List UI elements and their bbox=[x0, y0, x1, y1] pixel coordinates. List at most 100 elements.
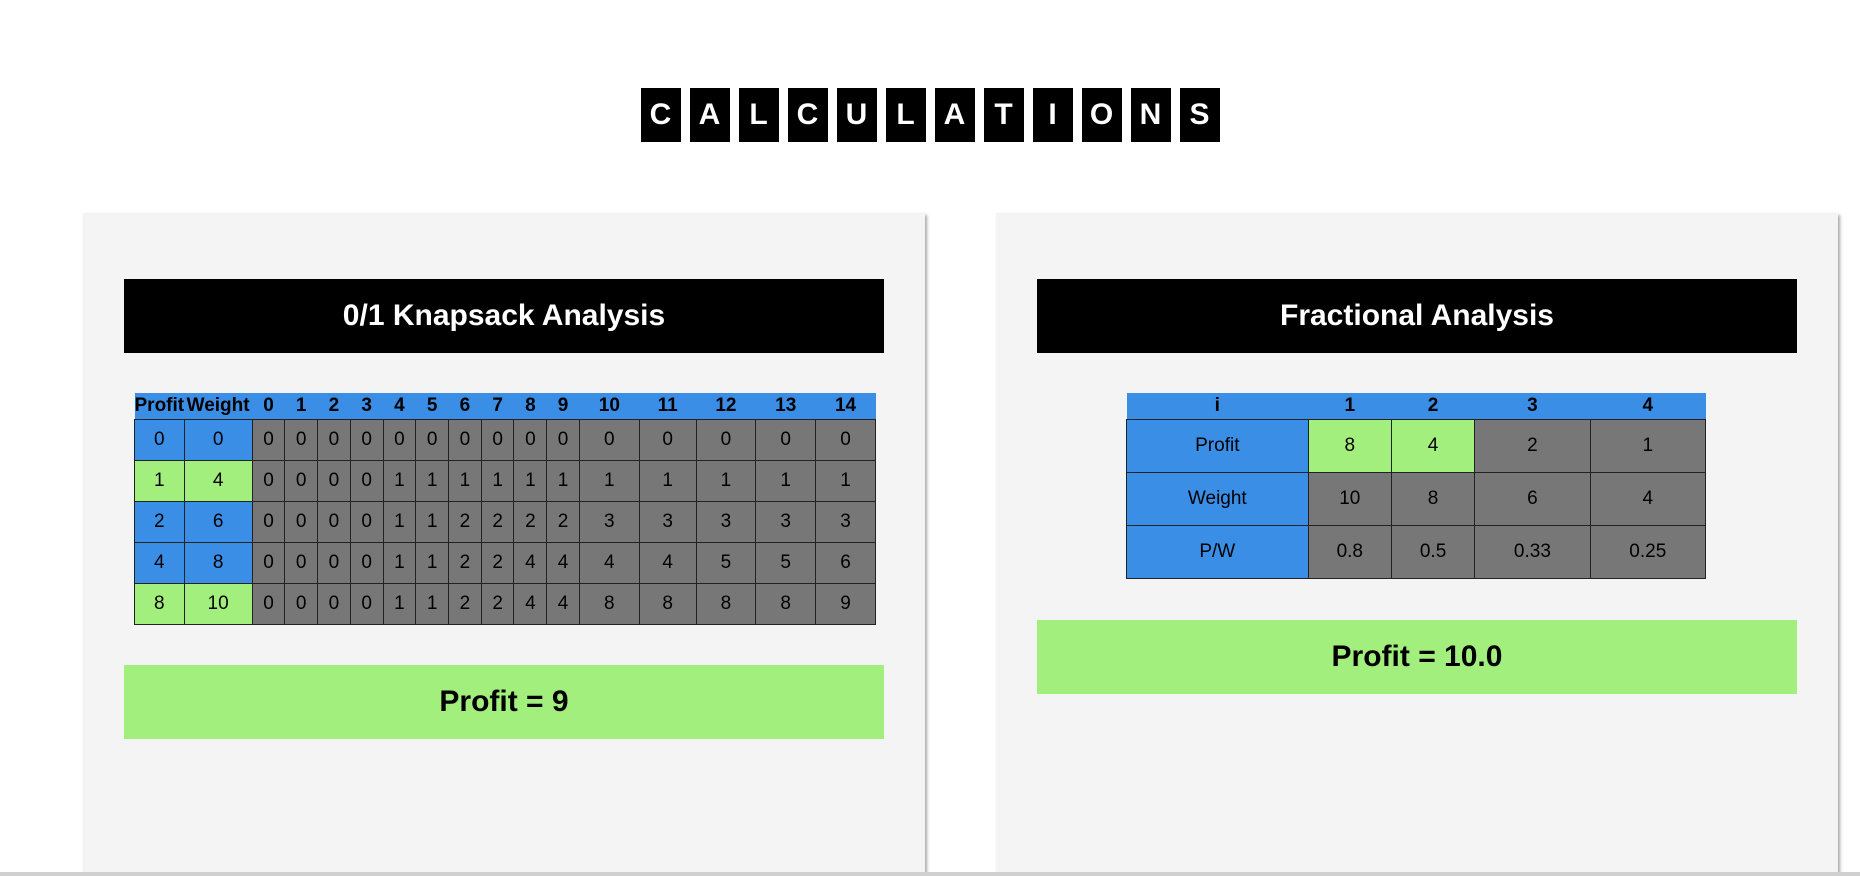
knapsack-column-header: 13 bbox=[755, 393, 816, 420]
dp-cell: 1 bbox=[513, 460, 548, 502]
value-cell: 10 bbox=[1307, 472, 1392, 526]
knapsack-table-header-row: Profit Weight 0 1 2 3 4 5 6 7 8 9 10 11 12 13 14 bbox=[134, 393, 876, 420]
knapsack-column-header: 4 bbox=[383, 393, 416, 420]
dp-cell: 0 bbox=[513, 419, 548, 461]
dp-cell: 2 bbox=[480, 542, 515, 584]
dp-cell: 0 bbox=[349, 501, 384, 543]
title-letter: N bbox=[1130, 88, 1171, 142]
fractional-panel: Fractional Analysis i1234 Profit 8 4 2 1 Weig… bbox=[996, 213, 1838, 876]
dp-cell: 1 bbox=[755, 460, 817, 502]
dp-cell: 2 bbox=[448, 501, 482, 543]
value-cell: 0.25 bbox=[1589, 525, 1707, 579]
knapsack-column-header: 14 bbox=[815, 393, 876, 420]
dp-cell: 6 bbox=[815, 542, 876, 584]
knapsack-column-header: Weight bbox=[184, 393, 253, 420]
table-row: 14000011111111111 bbox=[134, 460, 876, 502]
table-row: 48000011224444556 bbox=[134, 542, 876, 584]
value-cell: 0.33 bbox=[1474, 525, 1591, 579]
knapsack-column-header: 6 bbox=[448, 393, 482, 420]
table-row: Profit 8 4 2 1 bbox=[1126, 419, 1707, 473]
dp-cell: 4 bbox=[578, 542, 640, 584]
title-letter: S bbox=[1179, 88, 1220, 142]
title-letter: L bbox=[885, 88, 926, 142]
title-letter: U bbox=[836, 88, 877, 142]
dp-cell: 8 bbox=[755, 583, 817, 625]
dp-cell: 3 bbox=[638, 501, 697, 543]
dp-cell: 2 bbox=[448, 542, 482, 584]
knapsack-column-header: 11 bbox=[639, 393, 697, 420]
knapsack-dp-table: Profit Weight 0 1 2 3 4 5 6 7 8 9 10 11 12 13 14 0000000… bbox=[134, 393, 876, 625]
value-cell: 4 bbox=[1589, 472, 1707, 526]
dp-cell: 3 bbox=[755, 501, 817, 543]
dp-cell: 3 bbox=[578, 501, 640, 543]
fractional-column-header: 4 bbox=[1590, 393, 1706, 420]
dp-cell: 4 bbox=[546, 542, 580, 584]
dp-cell: 3 bbox=[815, 501, 876, 543]
fractional-panel-header: Fractional Analysis bbox=[1037, 279, 1797, 353]
knapsack-column-header: 5 bbox=[415, 393, 449, 420]
fractional-column-header: 2 bbox=[1391, 393, 1475, 420]
dp-cell: 1 bbox=[815, 460, 876, 502]
dp-cell: 0 bbox=[284, 501, 319, 543]
weight-cell: 0 bbox=[183, 419, 253, 461]
value-cell: 2 bbox=[1474, 419, 1591, 473]
dp-cell: 1 bbox=[415, 583, 450, 625]
fractional-column-header: 3 bbox=[1474, 393, 1591, 420]
weight-cell: 8 bbox=[183, 542, 253, 584]
dp-cell: 0 bbox=[755, 419, 817, 461]
dp-cell: 0 bbox=[251, 501, 286, 543]
dp-cell: 0 bbox=[317, 542, 351, 584]
knapsack-panel: 0/1 Knapsack Analysis Profit Weight 0 1 2 3 4 5… bbox=[83, 213, 925, 876]
knapsack-column-header: Profit bbox=[134, 393, 185, 420]
dp-cell: 2 bbox=[546, 501, 580, 543]
dp-cell: 0 bbox=[695, 419, 757, 461]
dp-cell: 0 bbox=[284, 460, 319, 502]
dp-cell: 2 bbox=[480, 501, 515, 543]
value-cell: 8 bbox=[1390, 472, 1476, 526]
dp-cell: 1 bbox=[415, 542, 450, 584]
row-label-cell: Profit bbox=[1126, 419, 1309, 473]
fractional-profit-result: Profit = 10.0 bbox=[1037, 620, 1797, 694]
dp-cell: 5 bbox=[755, 542, 817, 584]
fractional-table: i1234 Profit 8 4 2 1 Weight 10 8 6 4 P/W 0.8 0.5 0.33… bbox=[1126, 393, 1707, 579]
dp-cell: 0 bbox=[349, 542, 384, 584]
dp-cell: 1 bbox=[695, 460, 757, 502]
dp-cell: 2 bbox=[513, 501, 548, 543]
row-label-cell: P/W bbox=[1126, 525, 1309, 579]
knapsack-panel-header: 0/1 Knapsack Analysis bbox=[124, 279, 884, 353]
profit-cell: 2 bbox=[134, 501, 185, 543]
dp-cell: 0 bbox=[317, 460, 351, 502]
dp-cell: 0 bbox=[317, 501, 351, 543]
knapsack-column-header: 0 bbox=[252, 393, 285, 420]
dp-cell: 0 bbox=[251, 542, 286, 584]
dp-cell: 0 bbox=[638, 419, 697, 461]
dp-cell: 0 bbox=[284, 542, 319, 584]
dp-cell: 4 bbox=[513, 583, 548, 625]
value-cell: 4 bbox=[1390, 419, 1476, 473]
profit-cell: 8 bbox=[134, 583, 185, 625]
table-row: 26000011222233333 bbox=[134, 501, 876, 543]
dp-cell: 0 bbox=[382, 419, 417, 461]
dp-cell: 1 bbox=[382, 583, 417, 625]
dp-cell: 0 bbox=[349, 583, 384, 625]
title-letter: T bbox=[983, 88, 1024, 142]
title-letter: A bbox=[689, 88, 730, 142]
weight-cell: 6 bbox=[183, 501, 253, 543]
dp-cell: 4 bbox=[638, 542, 697, 584]
knapsack-column-header: 8 bbox=[513, 393, 547, 420]
title-letter: A bbox=[934, 88, 975, 142]
weight-cell: 4 bbox=[183, 460, 253, 502]
dp-cell: 1 bbox=[480, 460, 515, 502]
dp-cell: 1 bbox=[578, 460, 640, 502]
dp-cell: 8 bbox=[578, 583, 640, 625]
fractional-column-header: 1 bbox=[1308, 393, 1392, 420]
value-cell: 0.8 bbox=[1307, 525, 1392, 579]
dp-cell: 9 bbox=[815, 583, 876, 625]
knapsack-column-header: 1 bbox=[284, 393, 318, 420]
title-letter: C bbox=[640, 88, 681, 142]
bottom-divider bbox=[0, 872, 1860, 876]
row-label-cell: Weight bbox=[1126, 472, 1309, 526]
knapsack-column-header: 2 bbox=[317, 393, 351, 420]
table-row: 8 10 0 0 0 0 1 1 2 2 4 4 8 8 8 8 9 bbox=[134, 583, 876, 625]
dp-cell: 0 bbox=[317, 419, 351, 461]
